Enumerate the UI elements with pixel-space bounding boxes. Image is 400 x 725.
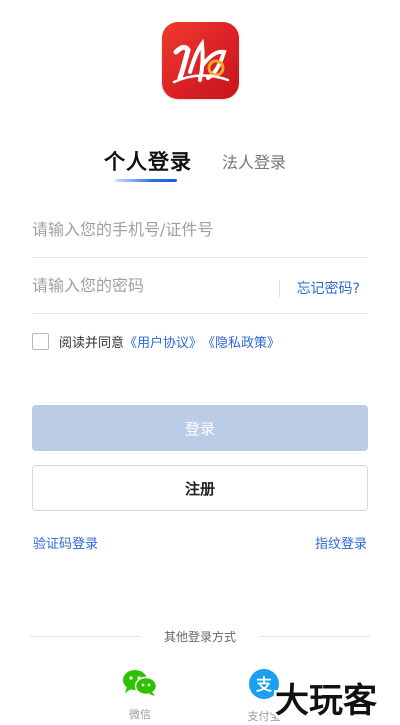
wechat-icon: [123, 670, 158, 696]
watermark-icon: 大玩客 大玩客: [273, 679, 380, 724]
watermark-logo: 大玩客 大玩客: [270, 676, 400, 724]
tab-corporate-login[interactable]: 法人登录: [222, 149, 286, 173]
agreement-row: 阅读并同意 《用户协议》 《隐私政策》: [32, 330, 280, 352]
divider-line-right: [260, 636, 370, 637]
field-divider: [279, 280, 280, 297]
svg-text:大玩客: 大玩客: [275, 681, 377, 721]
login-tabs: 个人登录 法人登录: [0, 146, 400, 186]
logo-calligraphy-icon: [172, 38, 230, 84]
forgot-password-link[interactable]: 忘记密码?: [297, 278, 360, 298]
wechat-login-button[interactable]: 微信: [110, 668, 170, 722]
login-button[interactable]: 登录: [32, 405, 368, 451]
password-field-row: 忘记密码?: [32, 262, 368, 314]
register-button[interactable]: 注册: [32, 465, 368, 511]
agreement-prefix: 阅读并同意: [59, 335, 125, 351]
password-input[interactable]: [32, 270, 272, 300]
fingerprint-login-link[interactable]: 指纹登录: [315, 533, 367, 552]
phone-input[interactable]: [32, 214, 362, 244]
user-agreement-link[interactable]: 《用户协议》: [124, 332, 202, 351]
agreement-checkbox[interactable]: [32, 332, 49, 350]
other-login-divider: 其他登录方式: [30, 628, 370, 644]
wechat-label: 微信: [129, 708, 151, 721]
tab-personal-login[interactable]: 个人登录: [104, 146, 192, 176]
sms-login-link[interactable]: 验证码登录: [33, 533, 98, 552]
app-logo: [162, 22, 239, 99]
active-tab-indicator: [115, 179, 177, 182]
phone-field-row: [32, 206, 368, 258]
privacy-policy-link[interactable]: 《隐私政策》: [202, 332, 280, 351]
